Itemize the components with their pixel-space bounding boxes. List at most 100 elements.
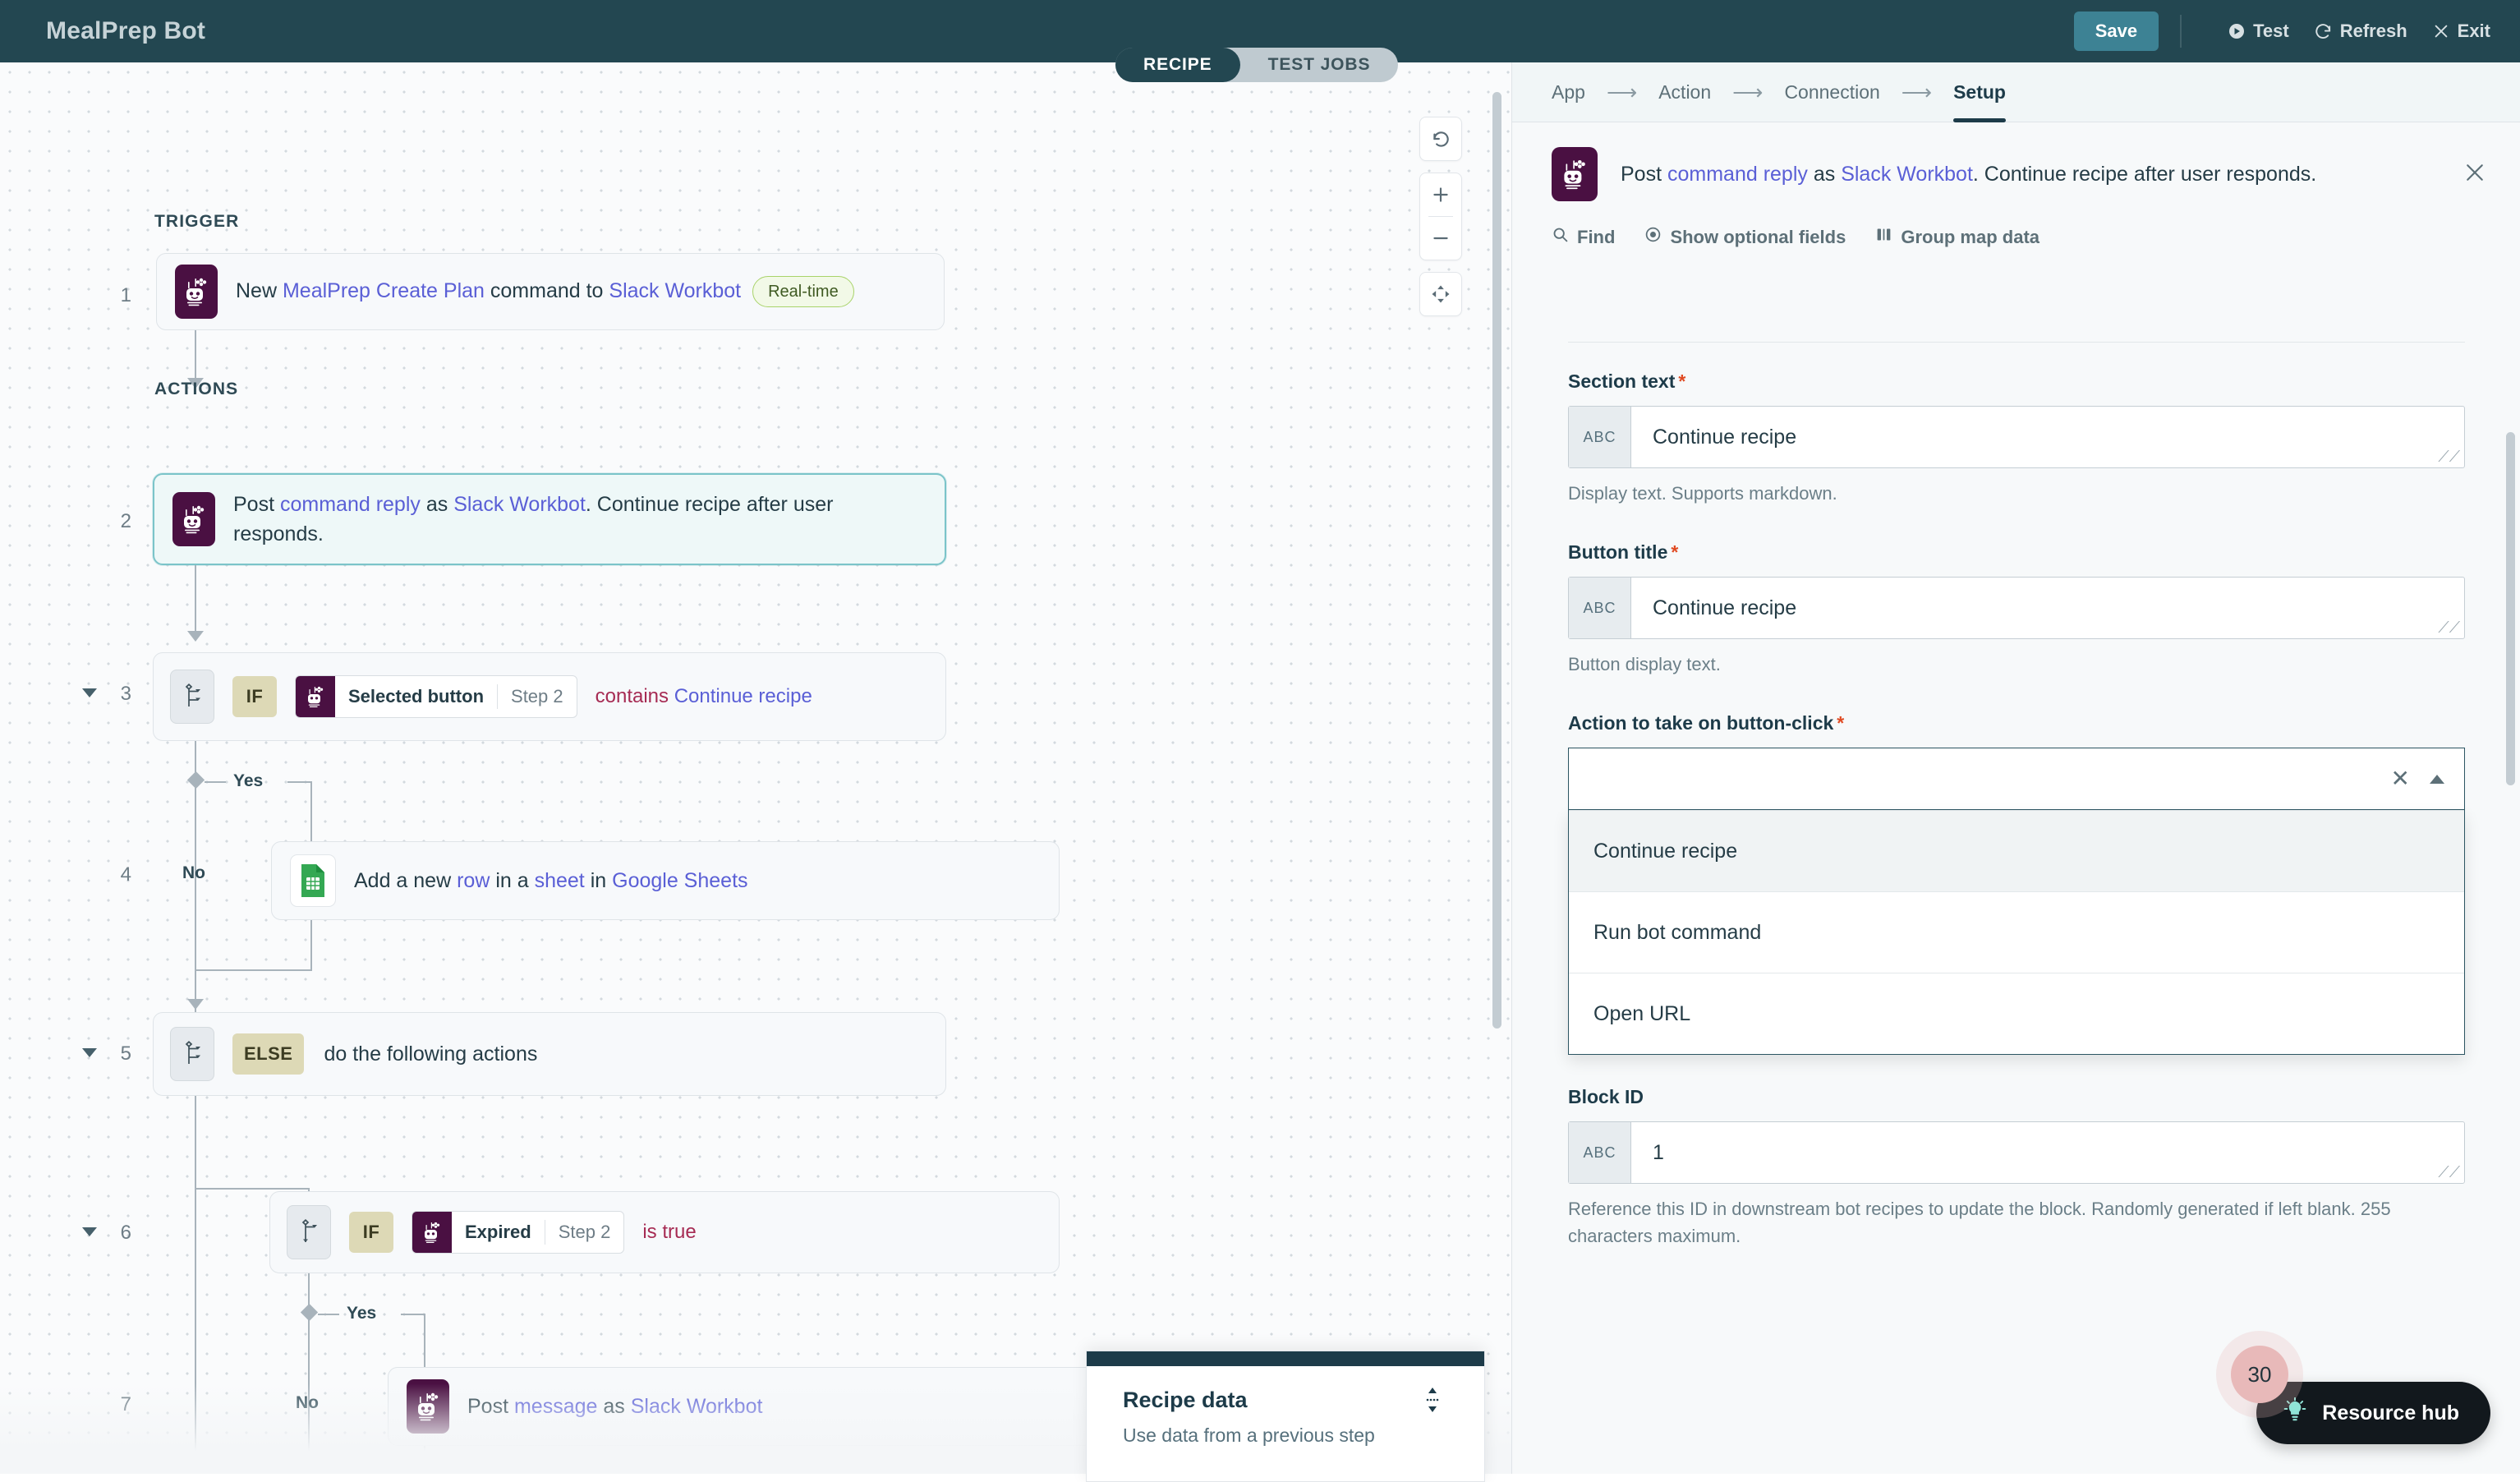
step-card-post-message[interactable]: Post message as Slack Workbot bbox=[388, 1367, 1176, 1446]
tab-app[interactable]: App bbox=[1552, 62, 1585, 122]
realtime-badge: Real-time bbox=[752, 276, 854, 307]
dropdown-option-run-bot-command[interactable]: Run bot command bbox=[1569, 891, 2464, 973]
dropdown-option-continue-recipe[interactable]: Continue recipe bbox=[1569, 810, 2464, 891]
step-card-if-expired[interactable]: IF Expired Step 2 is true bbox=[269, 1191, 1060, 1273]
action-select-dropdown[interactable]: Continue recipe Run bot command Open URL bbox=[1568, 810, 2465, 1055]
step-card-trigger[interactable]: New MealPrep Create Plan command to Slac… bbox=[156, 253, 945, 330]
recipe-canvas[interactable]: TRIGGER 1 New MealPrep Create Plan comma… bbox=[0, 62, 1511, 1474]
setup-panel-scrollbar[interactable] bbox=[2506, 432, 2515, 785]
branch-icon bbox=[287, 1205, 331, 1259]
step-number-7: 7 bbox=[99, 1393, 131, 1416]
condition-field-3[interactable]: Selected button Step 2 bbox=[295, 675, 577, 718]
required-asterisk: * bbox=[1837, 712, 1844, 734]
close-icon[interactable] bbox=[2463, 160, 2487, 189]
text-seg: Add a new bbox=[354, 869, 457, 892]
tab-recipe[interactable]: RECIPE bbox=[1115, 48, 1240, 82]
connector bbox=[310, 920, 312, 971]
collapse-caret-5[interactable] bbox=[82, 1048, 97, 1057]
step-1-text: New MealPrep Create Plan command to Slac… bbox=[236, 276, 874, 307]
tab-setup[interactable]: Setup bbox=[1953, 62, 2006, 122]
group-map-data-button[interactable]: Group map data bbox=[1875, 226, 2039, 248]
recipe-data-panel-bar bbox=[1087, 1351, 1484, 1366]
canvas-scrollbar[interactable] bbox=[1492, 92, 1501, 1029]
step-card-add-row-google-sheets[interactable]: Add a new row in a sheet in Google Sheet… bbox=[271, 841, 1060, 920]
block-id-hint: Reference this ID in downstream bot reci… bbox=[1568, 1195, 2465, 1250]
step-card-else[interactable]: ELSE do the following actions bbox=[153, 1012, 946, 1096]
google-sheets-icon bbox=[290, 854, 336, 907]
collapse-caret-6[interactable] bbox=[82, 1227, 97, 1236]
text-seg: as bbox=[597, 1395, 630, 1418]
refresh-button[interactable]: Refresh bbox=[2314, 21, 2407, 42]
field-label: Button title* bbox=[1568, 541, 2465, 564]
condition-field-step-3: Step 2 bbox=[498, 676, 577, 717]
text-seg: command to bbox=[485, 279, 609, 302]
text-seg: as bbox=[1808, 163, 1841, 186]
show-optional-fields-label: Show optional fields bbox=[1670, 227, 1846, 248]
zoom-out-button[interactable] bbox=[1419, 217, 1462, 260]
recipe-data-panel[interactable]: Recipe data Use data from a previous ste… bbox=[1086, 1351, 1485, 1482]
block-id-input[interactable]: ABC 1 ⟋⟋ bbox=[1568, 1121, 2465, 1184]
resource-hub-label: Resource hub bbox=[2322, 1401, 2459, 1425]
dropdown-option-open-url[interactable]: Open URL bbox=[1569, 973, 2464, 1054]
step-4-text: Add a new row in a sheet in Google Sheet… bbox=[354, 866, 768, 895]
text-seg-link: command reply bbox=[280, 493, 421, 516]
text-seg: . Continue recipe after user responds. bbox=[1973, 163, 2316, 186]
section-text-value[interactable]: Continue recipe bbox=[1631, 407, 2464, 467]
step-number-2: 2 bbox=[99, 510, 131, 533]
field-label-text: Section text bbox=[1568, 370, 1675, 392]
text-seg-link: MealPrep Create Plan bbox=[283, 279, 485, 302]
button-title-input[interactable]: ABC Continue recipe ⟋⟋ bbox=[1568, 577, 2465, 639]
step-card-post-command-reply[interactable]: Post command reply as Slack Workbot. Con… bbox=[153, 473, 946, 565]
connector bbox=[424, 1446, 425, 1474]
drag-handle-icon[interactable] bbox=[1423, 1386, 1442, 1414]
collapse-caret-3[interactable] bbox=[82, 688, 97, 697]
top-bar-actions: Save Test Refresh Exit bbox=[2074, 0, 2490, 62]
slack-workbot-icon bbox=[412, 1212, 452, 1253]
button-title-value[interactable]: Continue recipe bbox=[1631, 578, 2464, 638]
field-action-on-button-click: Action to take on button-click* ✕ Contin… bbox=[1568, 712, 2465, 1055]
branch-icon bbox=[170, 1027, 214, 1081]
arrow-icon: ⟶ bbox=[1732, 80, 1763, 105]
text-seg-link: sheet bbox=[535, 869, 585, 892]
section-text-input[interactable]: ABC Continue recipe ⟋⟋ bbox=[1568, 406, 2465, 468]
actions-section-label: ACTIONS bbox=[154, 380, 238, 399]
step-number-5: 5 bbox=[99, 1042, 131, 1065]
trigger-section-label: TRIGGER bbox=[154, 212, 239, 232]
test-button[interactable]: Test bbox=[2228, 21, 2289, 42]
slack-workbot-icon bbox=[172, 492, 215, 546]
resource-hub-button[interactable]: Resource hub bbox=[2256, 1382, 2490, 1444]
find-button[interactable]: Find bbox=[1552, 226, 1615, 248]
text-type-prefix: ABC bbox=[1569, 578, 1631, 638]
tab-connection[interactable]: Connection bbox=[1784, 62, 1879, 122]
step-number-1: 1 bbox=[99, 284, 131, 307]
block-id-value[interactable]: 1 bbox=[1631, 1122, 2464, 1183]
arrow-icon: ⟶ bbox=[1607, 80, 1637, 105]
recipe-data-subtitle: Use data from a previous step bbox=[1123, 1424, 1484, 1447]
step-7-text: Post message as Slack Workbot bbox=[467, 1392, 782, 1421]
condition-field-6[interactable]: Expired Step 2 bbox=[412, 1211, 624, 1254]
action-select[interactable]: ✕ bbox=[1568, 748, 2465, 810]
connector-arrow bbox=[187, 999, 204, 1010]
text-seg: Post bbox=[467, 1395, 514, 1418]
group-icon bbox=[1875, 226, 1892, 248]
step-card-if-selected-button[interactable]: IF Selected button Step 2 contains Conti… bbox=[153, 652, 946, 741]
reset-zoom-button[interactable] bbox=[1419, 117, 1462, 161]
undo-icon[interactable] bbox=[1419, 117, 1462, 160]
zoom-in-button[interactable] bbox=[1419, 173, 1462, 216]
text-seg-link: row bbox=[457, 869, 490, 892]
fit-to-screen-button[interactable] bbox=[1419, 272, 1462, 316]
clear-icon[interactable]: ✕ bbox=[2391, 767, 2410, 790]
button-title-hint: Button display text. bbox=[1568, 651, 2465, 678]
exit-button[interactable]: Exit bbox=[2432, 21, 2490, 42]
tab-test-jobs[interactable]: TEST JOBS bbox=[1240, 48, 1399, 82]
step-number-4: 4 bbox=[99, 863, 131, 886]
save-button[interactable]: Save bbox=[2074, 12, 2159, 51]
move-icon[interactable] bbox=[1419, 273, 1462, 315]
setup-panel: App ⟶ Action ⟶ Connection ⟶ Setup Post c… bbox=[1511, 62, 2520, 1474]
chevron-up-icon[interactable] bbox=[2430, 775, 2444, 784]
mode-switch: RECIPE TEST JOBS bbox=[1115, 48, 1398, 82]
show-optional-fields-button[interactable]: Show optional fields bbox=[1644, 226, 1846, 248]
refresh-icon bbox=[2314, 22, 2333, 41]
condition-field-name-3: Selected button bbox=[335, 676, 497, 717]
tab-action[interactable]: Action bbox=[1658, 62, 1711, 122]
